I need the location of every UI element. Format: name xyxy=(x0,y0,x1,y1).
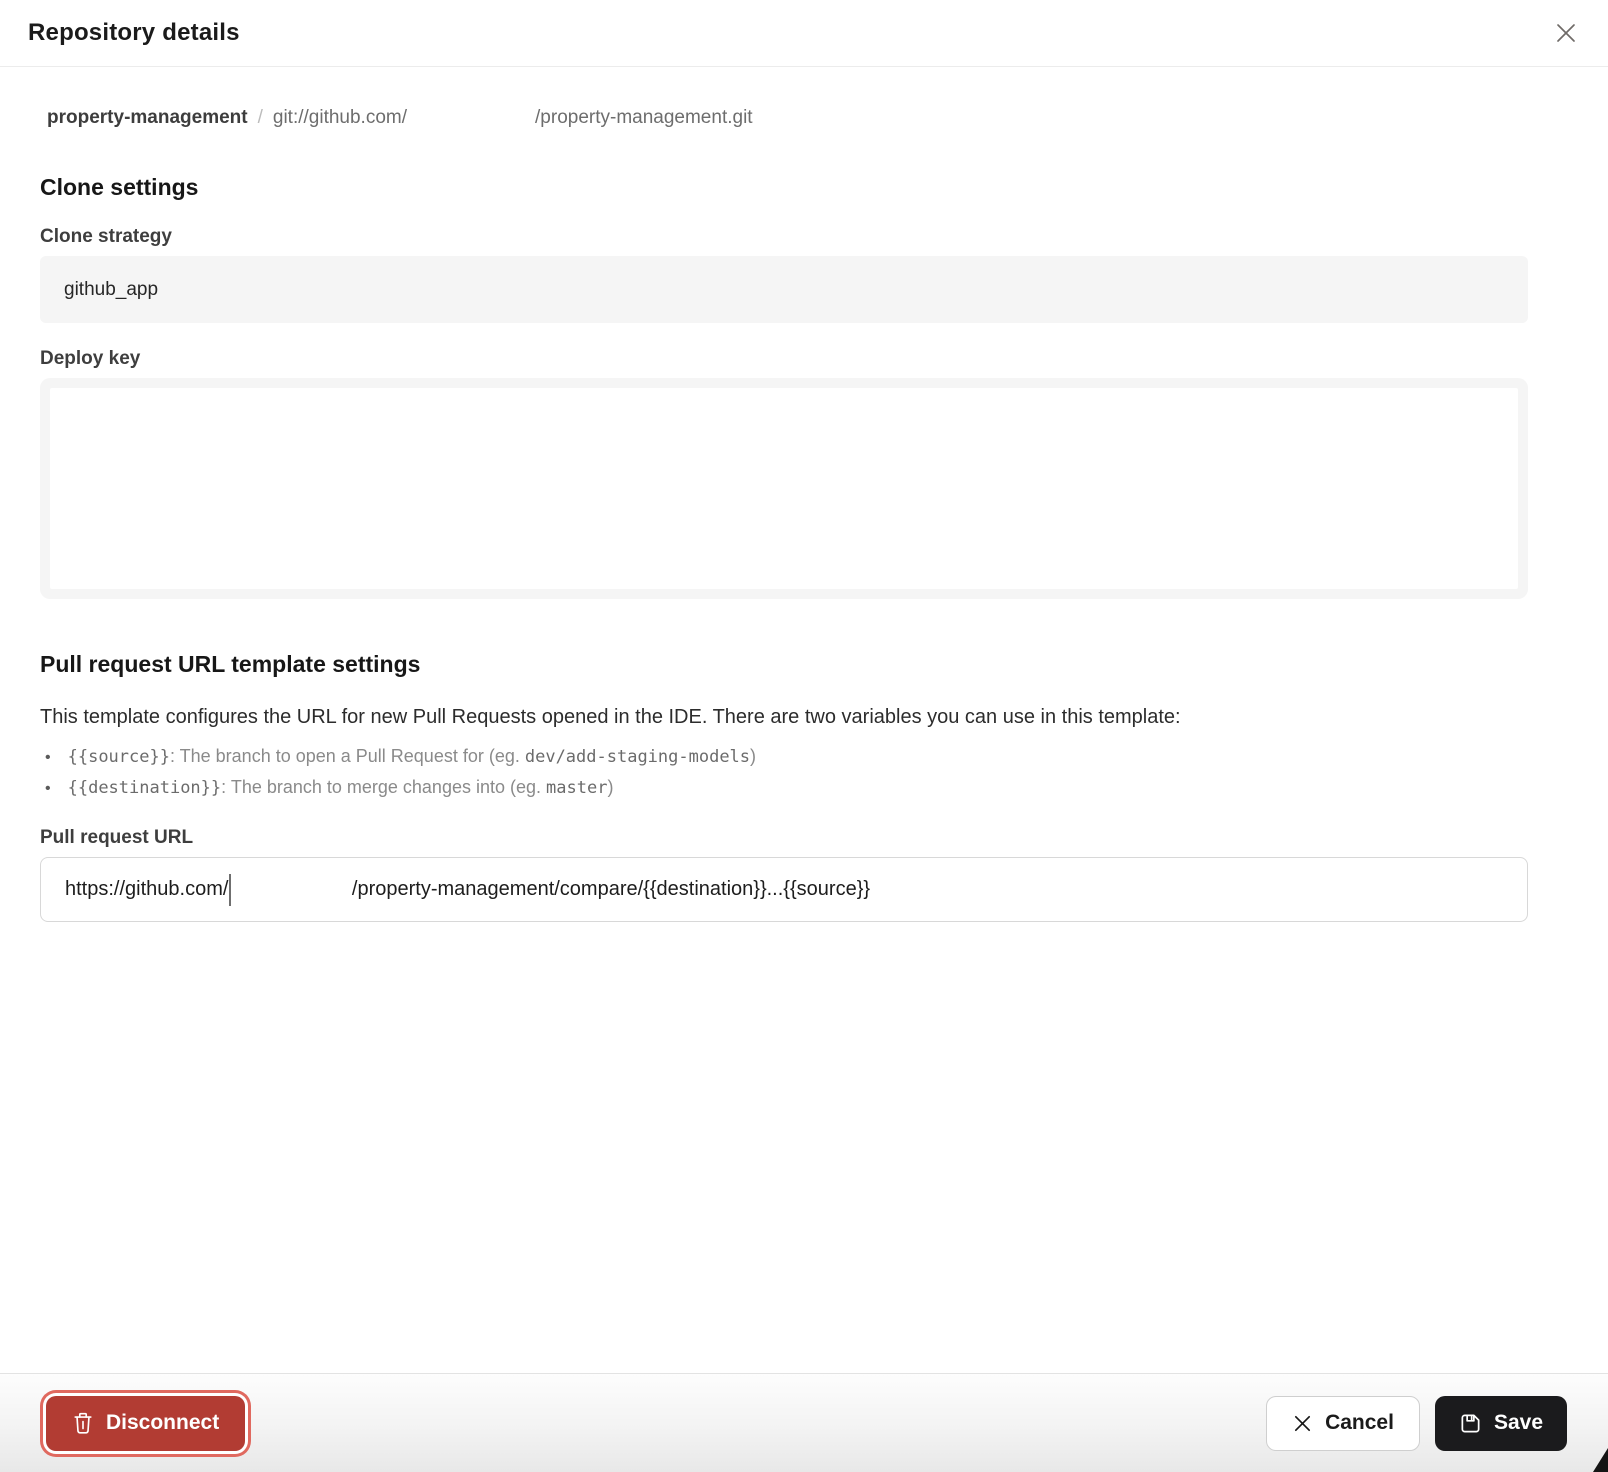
deploy-key-label: Deploy key xyxy=(40,347,1528,371)
pr-url-suffix: /property-management/compare/{{destinati… xyxy=(352,878,870,901)
destination-variable-suffix: ) xyxy=(607,777,613,797)
pr-template-heading: Pull request URL template settings xyxy=(40,649,1528,680)
deploy-key-textarea[interactable] xyxy=(50,388,1518,589)
pr-url-redacted-org xyxy=(231,889,352,890)
modal-body: property-management / git://github.com/ … xyxy=(0,105,1608,922)
cancel-button-label: Cancel xyxy=(1325,1411,1394,1435)
modal-footer: Disconnect Cancel Save xyxy=(0,1373,1608,1472)
clone-strategy-label: Clone strategy xyxy=(40,225,1528,249)
footer-action-group: Cancel Save xyxy=(1266,1396,1567,1451)
list-item-source-variable: • {{source}}: The branch to open a Pull … xyxy=(40,744,1528,770)
close-button[interactable] xyxy=(1546,13,1586,53)
destination-variable-text: : The branch to merge changes into (eg. xyxy=(221,777,546,797)
pr-url-prefix: https://github.com/ xyxy=(65,878,228,901)
cancel-button[interactable]: Cancel xyxy=(1266,1396,1420,1451)
source-variable-suffix: ) xyxy=(750,746,756,766)
breadcrumb-url-prefix: git://github.com/ xyxy=(273,105,407,131)
destination-variable-example: master xyxy=(546,778,607,798)
pull-request-url-label: Pull request URL xyxy=(40,826,1528,850)
x-icon xyxy=(1292,1413,1313,1434)
breadcrumb-repo-name: property-management xyxy=(47,105,248,131)
breadcrumb-url-suffix: /property-management.git xyxy=(535,105,753,131)
deploy-key-field xyxy=(40,378,1528,599)
pr-template-variable-list: • {{source}}: The branch to open a Pull … xyxy=(40,744,1528,801)
pull-request-url-input[interactable]: https://github.com/ /property-management/… xyxy=(40,857,1528,922)
disconnect-button-label: Disconnect xyxy=(106,1411,219,1435)
close-icon xyxy=(1553,20,1579,46)
breadcrumb-separator: / xyxy=(258,105,263,131)
destination-variable-code: {{destination}} xyxy=(68,778,222,798)
modal-header: Repository details xyxy=(0,0,1608,67)
page-title: Repository details xyxy=(28,19,240,47)
source-variable-example: dev/add-staging-models xyxy=(525,747,750,767)
clone-strategy-input: github_app xyxy=(40,256,1528,323)
breadcrumb: property-management / git://github.com/ … xyxy=(47,105,1528,131)
disconnect-button[interactable]: Disconnect xyxy=(46,1396,245,1451)
clone-strategy-value: github_app xyxy=(64,279,158,301)
clone-settings-heading: Clone settings xyxy=(40,172,1528,202)
save-button-label: Save xyxy=(1494,1411,1543,1435)
source-variable-text: : The branch to open a Pull Request for … xyxy=(170,746,525,766)
pr-template-description: This template configures the URL for new… xyxy=(40,704,1528,730)
breadcrumb-redacted-org xyxy=(407,118,535,119)
bullet-icon: • xyxy=(45,745,51,770)
save-floppy-icon xyxy=(1459,1412,1482,1435)
source-variable-code: {{source}} xyxy=(68,747,170,767)
list-item-destination-variable: • {{destination}}: The branch to merge c… xyxy=(40,775,1528,801)
save-button[interactable]: Save xyxy=(1435,1396,1567,1451)
bullet-icon: • xyxy=(45,776,51,801)
trash-icon xyxy=(72,1411,94,1435)
